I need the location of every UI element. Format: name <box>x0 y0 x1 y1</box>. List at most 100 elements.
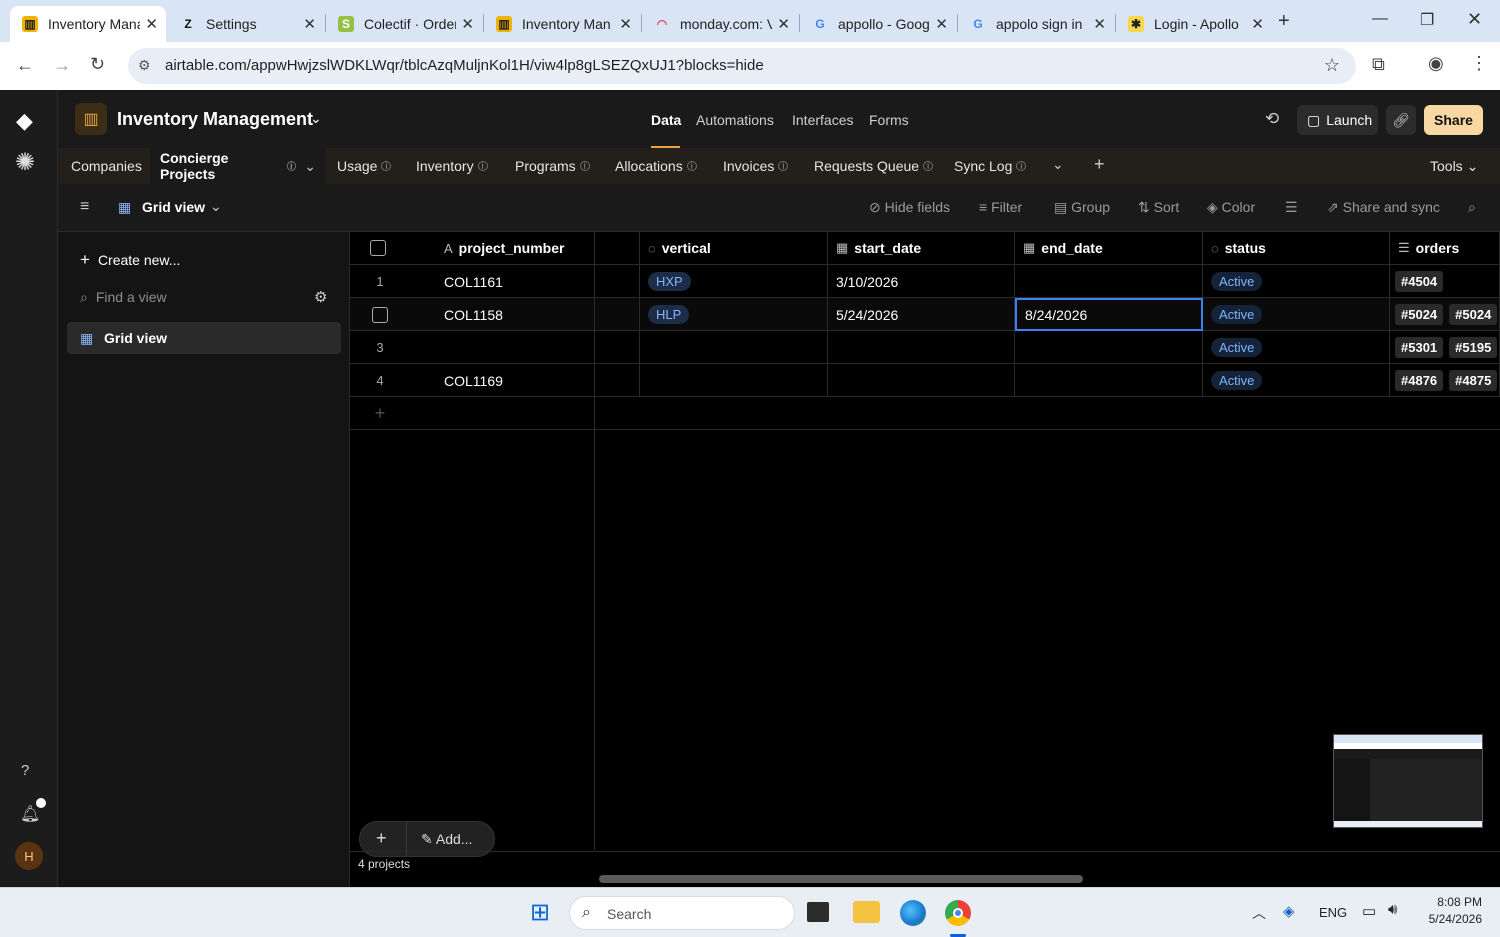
close-tab-icon[interactable]: ✕ <box>777 15 790 33</box>
select-all-checkbox[interactable] <box>370 240 386 256</box>
browser-tab[interactable]: S Colectif · Order ✕ <box>326 6 482 42</box>
table-row[interactable]: 3 Active #5301 #5195 <box>350 331 1500 364</box>
cell-orders[interactable]: #4504 <box>1390 265 1500 298</box>
filter-button[interactable]: ≡ Filter <box>979 199 1022 215</box>
table-tab-invoices[interactable]: Invoices i <box>713 148 798 184</box>
cell-vertical[interactable]: HXP <box>640 265 828 298</box>
table-row[interactable]: 1 COL1161 HXP 3/10/2026 Active #4504 <box>350 265 1500 298</box>
cell-end-date[interactable] <box>1015 265 1203 298</box>
horizontal-scrollbar[interactable] <box>599 875 1083 883</box>
table-row[interactable]: COL1158 HLP 5/24/2026 8/24/2026 Active #… <box>350 298 1500 331</box>
column-header-end-date[interactable]: ▦ end_date <box>1015 232 1203 265</box>
reload-icon[interactable]: ↻ <box>90 54 105 75</box>
order-tag[interactable]: #5195 <box>1449 337 1498 358</box>
close-tab-icon[interactable]: ✕ <box>145 15 158 33</box>
column-header-project-number[interactable]: Aproject_number <box>350 232 595 265</box>
info-icon[interactable]: i <box>286 161 297 172</box>
new-tab-icon[interactable]: + <box>1278 10 1290 33</box>
avatar[interactable]: H <box>15 842 43 870</box>
table-tab-companies[interactable]: Companies <box>61 148 152 184</box>
language-indicator[interactable]: ENG <box>1319 905 1347 920</box>
cell-status[interactable]: Active <box>1203 364 1390 397</box>
browser-tab[interactable]: ▥ Inventory Mana ✕ <box>10 6 166 42</box>
add-table-icon[interactable]: + <box>1094 154 1105 175</box>
row-height-icon[interactable]: ☰ <box>1285 199 1298 216</box>
edge-icon[interactable] <box>900 900 926 926</box>
file-explorer-icon[interactable] <box>853 901 880 923</box>
cell-vertical[interactable]: HLP <box>640 298 828 331</box>
table-tab-usage[interactable]: Usage i <box>327 148 401 184</box>
cell-vertical[interactable] <box>640 364 828 397</box>
bookmark-star-icon[interactable]: ☆ <box>1324 55 1340 76</box>
table-tab-programs[interactable]: Programs i <box>505 148 600 184</box>
gear-icon[interactable]: ⚙ <box>314 288 327 306</box>
more-tables-chevron-icon[interactable]: ⌄ <box>1052 156 1064 173</box>
nav-interfaces[interactable]: Interfaces <box>792 112 853 128</box>
table-tab-allocations[interactable]: Allocations i <box>605 148 707 184</box>
cell-orders[interactable]: #4876 #4875 <box>1390 364 1500 397</box>
browser-tab[interactable]: ▥ Inventory Man ✕ <box>484 6 640 42</box>
minimize-icon[interactable]: — <box>1372 10 1388 28</box>
browser-tab[interactable]: G appollo - Goog ✕ <box>800 6 956 42</box>
screen-share-thumbnail[interactable] <box>1333 734 1483 828</box>
cell-start-date[interactable] <box>828 364 1015 397</box>
tray-chevron-up-icon[interactable]: ︿ <box>1252 903 1266 923</box>
table-tab-requests-queue[interactable]: Requests Queue i <box>804 148 943 184</box>
table-tab-inventory[interactable]: Inventory i <box>406 148 498 184</box>
cast-icon[interactable]: ⧉ <box>1372 54 1385 75</box>
nav-data[interactable]: Data <box>651 112 681 128</box>
cell-orders[interactable]: #5024 #5024 <box>1390 298 1500 331</box>
taskbar-search-field[interactable]: ⌕ Search <box>569 896 795 930</box>
cell-project-number[interactable]: COL1161 <box>436 265 595 298</box>
cell-start-date[interactable]: 5/24/2026 <box>828 298 1015 331</box>
launch-button[interactable]: ▢ Launch <box>1297 105 1378 135</box>
network-icon[interactable]: ▭ <box>1362 902 1376 920</box>
cell-project-number[interactable] <box>436 331 595 364</box>
close-tab-icon[interactable]: ✕ <box>461 15 474 33</box>
cell-end-date-selected[interactable]: 8/24/2026 <box>1015 298 1203 331</box>
browser-tab[interactable]: ◠ monday.com: V ✕ <box>642 6 798 42</box>
close-tab-icon[interactable]: ✕ <box>303 15 316 33</box>
site-info-icon[interactable]: ⚙ <box>138 57 151 74</box>
group-button[interactable]: ▤ Group <box>1054 199 1110 216</box>
order-tag[interactable]: #5024 <box>1449 304 1498 325</box>
table-row[interactable]: 4 COL1169 Active #4876 #4875 <box>350 364 1500 397</box>
share-sync-button[interactable]: ⇗ Share and sync <box>1327 199 1440 216</box>
close-tab-icon[interactable]: ✕ <box>935 15 948 33</box>
link-icon[interactable]: 🔗︎ <box>1386 105 1416 135</box>
tools-menu[interactable]: Tools ⌄ <box>1430 158 1478 175</box>
order-tag[interactable]: #5301 <box>1395 337 1444 358</box>
cell-project-number[interactable]: COL1158 <box>436 298 595 331</box>
base-menu-chevron-icon[interactable]: ⌄ <box>310 110 322 127</box>
sidebar-item-grid-view[interactable]: ▦ Grid view <box>67 322 341 354</box>
task-view-icon[interactable] <box>807 902 829 922</box>
tray-app-icon[interactable]: ◈ <box>1283 902 1295 920</box>
table-tab-sync-log[interactable]: Sync Log i <box>944 148 1036 184</box>
table-tab-concierge-projects[interactable]: Concierge Projects i ⌄ <box>150 148 326 184</box>
omni-icon[interactable]: ✺ <box>15 148 35 177</box>
clock[interactable]: 8:08 PM 5/24/2026 <box>1420 895 1482 926</box>
cell-vertical[interactable] <box>640 331 828 364</box>
order-tag[interactable]: #5024 <box>1395 304 1444 325</box>
order-tag[interactable]: #4875 <box>1449 370 1498 391</box>
back-icon[interactable]: ← <box>16 55 34 76</box>
add-row[interactable]: + <box>350 397 1500 430</box>
share-button[interactable]: Share <box>1424 105 1483 135</box>
column-header-start-date[interactable]: ▦ start_date <box>828 232 1015 265</box>
column-header-status[interactable]: ◌ status <box>1203 232 1390 265</box>
menu-icon[interactable]: ⋮ <box>1470 53 1488 74</box>
close-window-icon[interactable]: ✕ <box>1467 9 1482 30</box>
close-tab-icon[interactable]: ✕ <box>619 15 632 33</box>
volume-icon[interactable]: 🔊︎ <box>1388 901 1397 918</box>
column-header-vertical[interactable]: ◌ vertical <box>640 232 828 265</box>
order-tag[interactable]: #4876 <box>1395 370 1444 391</box>
nav-automations[interactable]: Automations <box>696 112 774 128</box>
cell-orders[interactable]: #5301 #5195 <box>1390 331 1500 364</box>
profile-icon[interactable]: ◉ <box>1428 53 1444 74</box>
cell-status[interactable]: Active <box>1203 265 1390 298</box>
ai-add-button[interactable]: ✎ Add... <box>421 831 472 848</box>
find-view-field[interactable]: ⌕ Find a view <box>80 289 336 311</box>
base-icon[interactable]: ▥ <box>75 103 107 135</box>
forward-icon[interactable]: → <box>53 55 71 76</box>
browser-tab[interactable]: G appolo sign in ✕ <box>958 6 1114 42</box>
